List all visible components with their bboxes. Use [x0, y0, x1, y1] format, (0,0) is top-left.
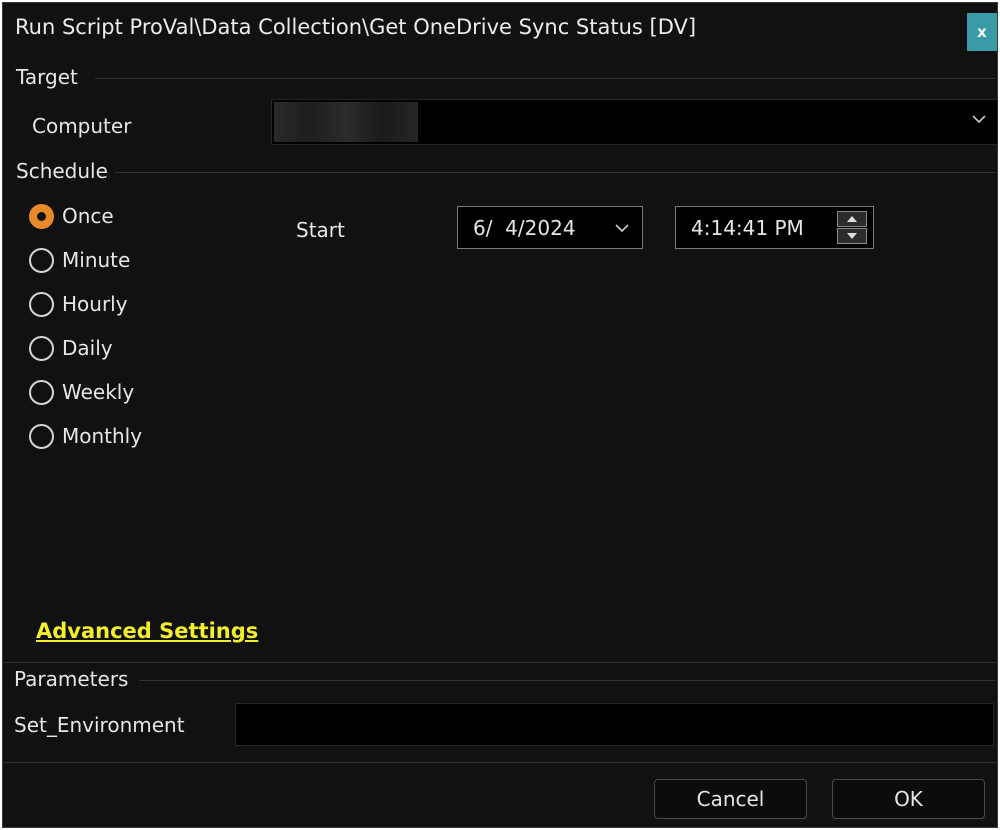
close-icon: x [977, 23, 987, 41]
schedule-option-hourly[interactable]: Hourly [29, 289, 128, 319]
triangle-down-icon[interactable] [837, 228, 867, 244]
radio-label-daily: Daily [62, 336, 113, 360]
schedule-option-weekly[interactable]: Weekly [29, 377, 134, 407]
start-time-picker[interactable]: 4:14:41 PM [675, 206, 874, 249]
radio-daily[interactable] [29, 335, 54, 361]
schedule-option-monthly[interactable]: Monthly [29, 421, 142, 451]
advanced-divider [3, 662, 997, 663]
schedule-divider [115, 172, 995, 173]
dialog-title: Run Script ProVal\Data Collection\Get On… [15, 15, 697, 39]
triangle-up-icon[interactable] [837, 211, 867, 227]
schedule-option-minute[interactable]: Minute [29, 245, 130, 275]
radio-monthly[interactable] [29, 423, 54, 449]
set-environment-input[interactable] [235, 703, 994, 746]
computer-label: Computer [32, 114, 132, 138]
start-date-value: 6/ 4/2024 [473, 216, 576, 240]
chevron-down-icon[interactable] [614, 215, 630, 239]
radio-label-hourly: Hourly [62, 292, 128, 316]
start-date-picker[interactable]: 6/ 4/2024 [457, 206, 643, 249]
schedule-option-daily[interactable]: Daily [29, 333, 113, 363]
target-divider [95, 78, 995, 79]
advanced-settings-link[interactable]: Advanced Settings [36, 619, 258, 643]
cancel-button[interactable]: Cancel [654, 779, 807, 819]
radio-label-monthly: Monthly [62, 424, 143, 448]
ok-button[interactable]: OK [832, 779, 985, 819]
radio-hourly[interactable] [29, 291, 54, 317]
computer-value-redacted [274, 102, 418, 142]
schedule-option-once[interactable]: Once [29, 201, 114, 231]
title-bar: Run Script ProVal\Data Collection\Get On… [3, 3, 997, 55]
target-group-label: Target [16, 65, 78, 89]
close-button[interactable]: x [967, 13, 997, 51]
run-script-dialog: Run Script ProVal\Data Collection\Get On… [2, 2, 998, 828]
start-time-value: 4:14:41 PM [691, 216, 804, 240]
parameters-divider [139, 680, 995, 681]
set-environment-label: Set_Environment [14, 713, 185, 737]
radio-label-minute: Minute [62, 248, 131, 272]
time-spinner[interactable] [837, 211, 867, 244]
computer-dropdown[interactable] [271, 99, 998, 145]
radio-weekly[interactable] [29, 379, 54, 405]
footer-divider [3, 762, 997, 763]
radio-once[interactable] [29, 203, 54, 229]
radio-label-weekly: Weekly [62, 380, 135, 404]
start-label: Start [296, 218, 345, 242]
chevron-down-icon[interactable] [971, 106, 987, 131]
radio-label-once: Once [62, 204, 114, 228]
radio-minute[interactable] [29, 247, 54, 273]
schedule-group-label: Schedule [16, 159, 108, 183]
parameters-group-label: Parameters [14, 667, 129, 691]
